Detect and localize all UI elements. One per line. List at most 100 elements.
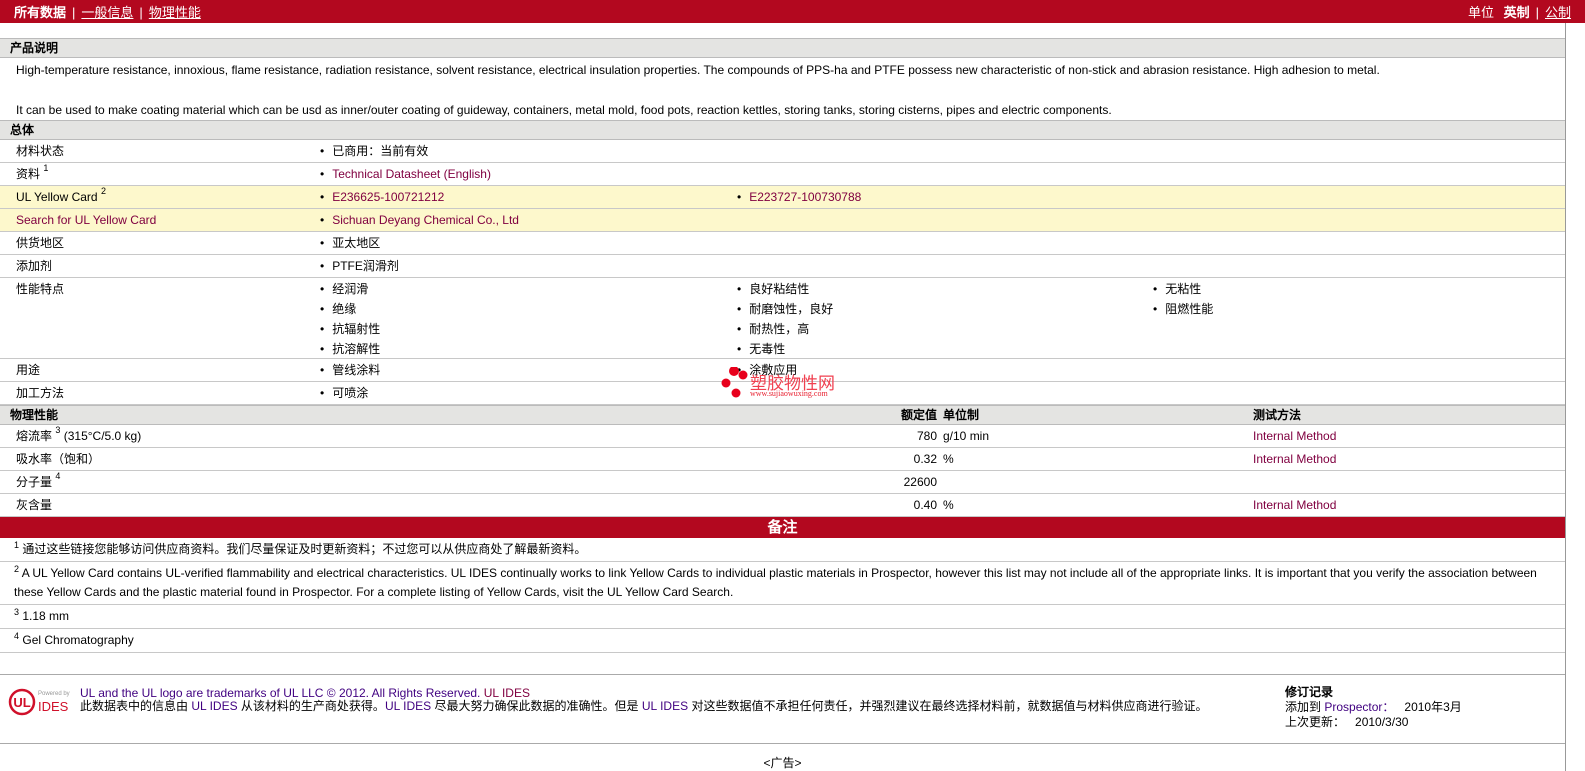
added-label: 添加到 <box>1285 700 1325 714</box>
feature: 绝缘 <box>320 299 380 319</box>
units-label: 单位 <box>1467 5 1494 20</box>
value: 已商用：当前有效 <box>320 140 428 162</box>
revision-history: 修订记录 添加到 Prospector： 2010年3月 上次更新： 2010/… <box>1285 685 1462 730</box>
label: 用途 <box>16 363 41 377</box>
ul-card-link[interactable]: E223727-100730788 <box>749 190 861 204</box>
feature: 经润滑 <box>320 279 380 299</box>
property-name: 熔流率 <box>16 429 53 443</box>
updated-label: 上次更新： <box>1285 715 1346 729</box>
property-unit: % <box>943 452 954 466</box>
footnote-ref: 3 <box>55 425 61 435</box>
ad-placeholder: <广告> <box>763 756 802 770</box>
label: UL Yellow Card <box>16 190 98 204</box>
footer: UL Powered by IDES UL and the UL logo ar… <box>0 674 1565 744</box>
nav-physical[interactable]: 物理性能 <box>149 5 201 20</box>
feature: 无粘性 <box>1153 279 1213 299</box>
nav-all-data: 所有数据 <box>14 5 67 20</box>
condition: (315°C/5.0 kg) <box>63 429 142 443</box>
ul-ides-link[interactable]: UL IDES <box>191 699 237 713</box>
text: 从该材料的生产商处获得。 <box>237 699 385 713</box>
note-text: 1.18 mm <box>22 609 70 623</box>
note-number: 1 <box>14 540 20 550</box>
svg-text:UL: UL <box>13 695 30 710</box>
property-unit: g/10 min <box>943 429 990 443</box>
label: 性能特点 <box>16 282 65 296</box>
title: 物理性能 <box>10 408 59 422</box>
section-product: 产品说明 <box>0 38 1565 58</box>
note-text: A UL Yellow Card contains UL-verified fl… <box>14 566 1537 599</box>
value: PTFE润滑剂 <box>320 255 399 277</box>
text: 对这些数据值不承担任何责任，并强烈建议在最终选择材料前，就数据值与材料供应商进行… <box>688 699 1208 713</box>
product-description: High-temperature resistance, innoxious, … <box>0 58 1565 120</box>
row-search-ul: Search for UL Yellow Card Sichuan Deyang … <box>0 209 1565 232</box>
physical-row: 熔流率 3 (315°C/5.0 kg) 780 g/10 min Intern… <box>0 425 1565 448</box>
nav-general-info[interactable]: 一般信息 <box>81 5 133 20</box>
unit-metric[interactable]: 公制 <box>1545 5 1571 20</box>
footnote-ref: 2 <box>100 186 106 196</box>
rev-title: 修订记录 <box>1285 685 1334 699</box>
footnote-ref: 1 <box>43 163 49 173</box>
note-text: 通过这些链接您能够访问供应商资料。我们尽量保证及时更新资料；不过您可以从供应商处… <box>22 542 587 556</box>
trademark-text[interactable]: UL and the UL logo are trademarks of UL … <box>80 686 480 700</box>
row-additive: 添加剂 PTFE润滑剂 <box>0 255 1565 278</box>
prospector-link[interactable]: Prospector： <box>1324 700 1394 714</box>
note-number: 2 <box>14 564 20 574</box>
note-text: Gel Chromatography <box>22 633 134 647</box>
row-uses: 用途 管线涂料 涂敷应用 <box>0 359 1565 382</box>
feature: 耐磨蚀性，良好 <box>737 299 833 319</box>
property-value: 0.32 <box>913 452 937 466</box>
svg-text:Powered by: Powered by <box>38 691 70 697</box>
text: 此数据表中的信息由 <box>80 699 192 713</box>
row-docs: 资料 1 Technical Datasheet (English) <box>0 163 1565 186</box>
feature: 无毒性 <box>737 339 833 359</box>
row-process: 加工方法 可喷涂 <box>0 382 1565 405</box>
disclaimer: 此数据表中的信息由 UL IDES 从该材料的生产商处获得。UL IDES 尽最… <box>80 700 1240 713</box>
label: 添加剂 <box>16 259 53 273</box>
note-item: 3 1.18 mm <box>0 605 1565 629</box>
text: 尽最大努力确保此数据的准确性。但是 <box>431 699 642 713</box>
physical-row: 吸水率（饱和） 0.32 % Internal Method <box>0 448 1565 471</box>
feature: 耐热性，高 <box>737 319 833 339</box>
ul-ides-logo: UL Powered by IDES <box>8 688 70 716</box>
col-method: 测试方法 <box>1253 408 1302 422</box>
property-name: 分子量 <box>16 475 53 489</box>
updated-date: 2010/3/30 <box>1355 715 1409 729</box>
datasheet-link[interactable]: Technical Datasheet (English) <box>332 167 491 181</box>
physical-row: 分子量 4 22600 <box>0 471 1565 494</box>
note-number: 3 <box>14 607 20 617</box>
row-features: 性能特点 经润滑绝缘抗辐射性抗溶解性 良好粘结性耐磨蚀性，良好耐热性，高无毒性 … <box>0 278 1565 359</box>
test-method-link[interactable]: Internal Method <box>1253 425 1336 447</box>
section-physical: 物理性能 额定值 单位制 测试方法 <box>0 405 1565 425</box>
col-value: 额定值 <box>900 408 937 422</box>
label: 资料 <box>16 167 41 181</box>
footnote-ref: 4 <box>55 471 61 481</box>
added-date: 2010年3月 <box>1404 700 1462 714</box>
supplier-link[interactable]: Sichuan Deyang Chemical Co., Ltd <box>332 213 519 227</box>
test-method-link[interactable]: Internal Method <box>1253 494 1336 516</box>
property-value: 22600 <box>903 475 937 489</box>
ul-card-link[interactable]: E236625-100721212 <box>332 190 444 204</box>
ul-ides-link[interactable]: UL IDES <box>385 699 431 713</box>
feature: 抗辐射性 <box>320 319 380 339</box>
label: 供货地区 <box>16 236 65 250</box>
property-value: 780 <box>916 429 937 443</box>
search-ul-link[interactable]: Search for UL Yellow Card <box>16 213 156 227</box>
row-status: 材料状态 已商用：当前有效 <box>0 140 1565 163</box>
property-value: 0.40 <box>913 498 937 512</box>
top-nav: 所有数据 | 一般信息 | 物理性能 单位 英制 | 公制 <box>0 0 1585 23</box>
ul-ides-link[interactable]: UL IDES <box>642 699 688 713</box>
note-item: 1 通过这些链接您能够访问供应商资料。我们尽量保证及时更新资料；不过您可以从供应… <box>0 538 1565 562</box>
label: 加工方法 <box>16 386 65 400</box>
desc-2: It can be used to make coating material … <box>16 103 1112 117</box>
section-general: 总体 <box>0 120 1565 140</box>
value: 可喷涂 <box>320 382 368 404</box>
test-method-link[interactable]: Internal Method <box>1253 448 1336 470</box>
row-region: 供货地区 亚太地区 <box>0 232 1565 255</box>
property-name: 吸水率（饱和） <box>16 452 101 466</box>
notes-header: 备注 <box>0 517 1565 538</box>
value: 管线涂料 <box>320 359 380 381</box>
note-item: 4 Gel Chromatography <box>0 629 1565 653</box>
value: 亚太地区 <box>320 232 380 254</box>
feature: 良好粘结性 <box>737 279 833 299</box>
ul-ides-link[interactable]: UL IDES <box>484 686 530 700</box>
